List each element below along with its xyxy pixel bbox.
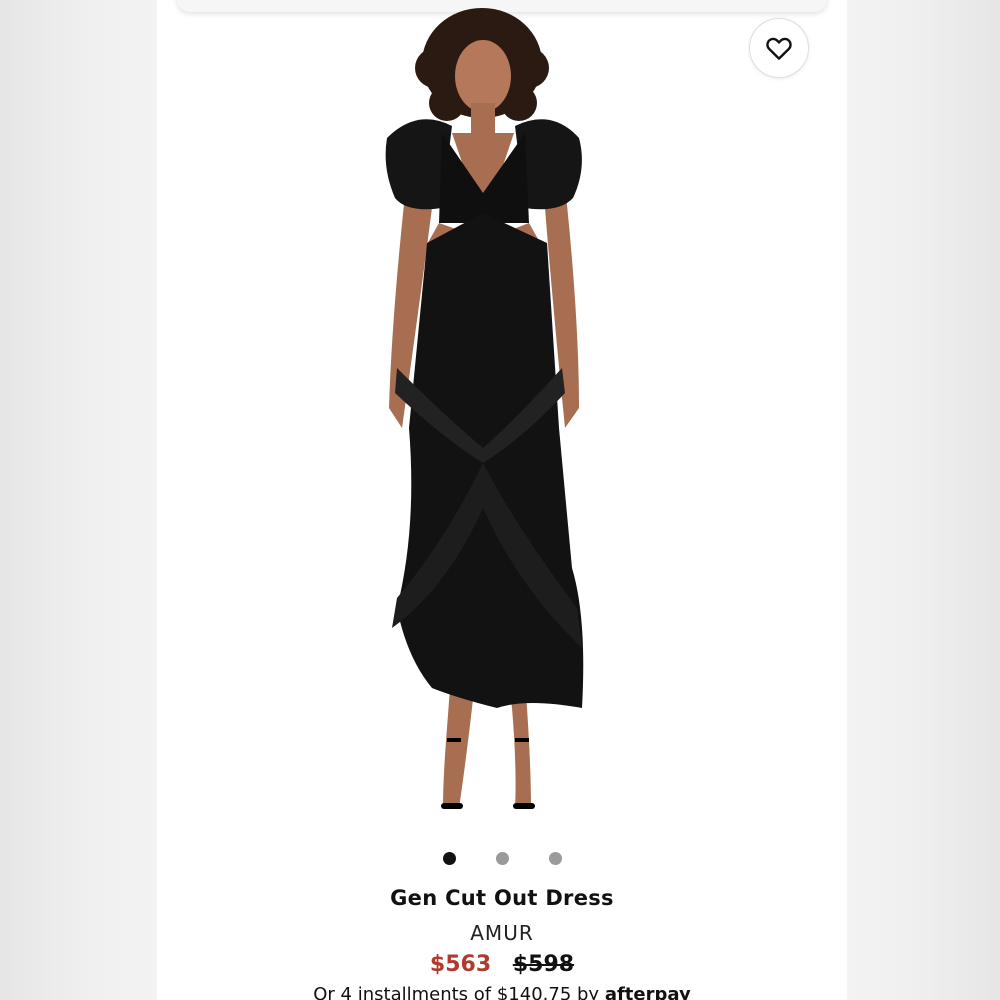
product-brand[interactable]: AMUR (157, 921, 847, 945)
background-right (847, 0, 1000, 1000)
installments-text: Or 4 installments of $140.75 by (313, 984, 600, 1000)
price-row: $563 $598 (157, 952, 847, 977)
background-left (0, 0, 157, 1000)
gallery-dots (157, 852, 847, 866)
favorite-button[interactable] (749, 18, 809, 78)
heart-icon (766, 37, 792, 60)
gallery-dot-3[interactable] (548, 852, 562, 865)
gallery-dot-2[interactable] (495, 852, 509, 865)
product-image[interactable] (347, 8, 667, 838)
product-title: Gen Cut Out Dress (390, 886, 614, 910)
installments-info[interactable]: Or 4 installments of $140.75 by afterpay (157, 984, 847, 1000)
afterpay-logo: afterpay (604, 984, 691, 1000)
sale-price: $563 (429, 952, 492, 977)
gallery-dot-1[interactable] (442, 852, 456, 865)
product-card: Gen Cut Out Dress AMUR $563 $598 Or 4 in… (157, 0, 847, 1000)
original-price: $598 (512, 952, 575, 977)
